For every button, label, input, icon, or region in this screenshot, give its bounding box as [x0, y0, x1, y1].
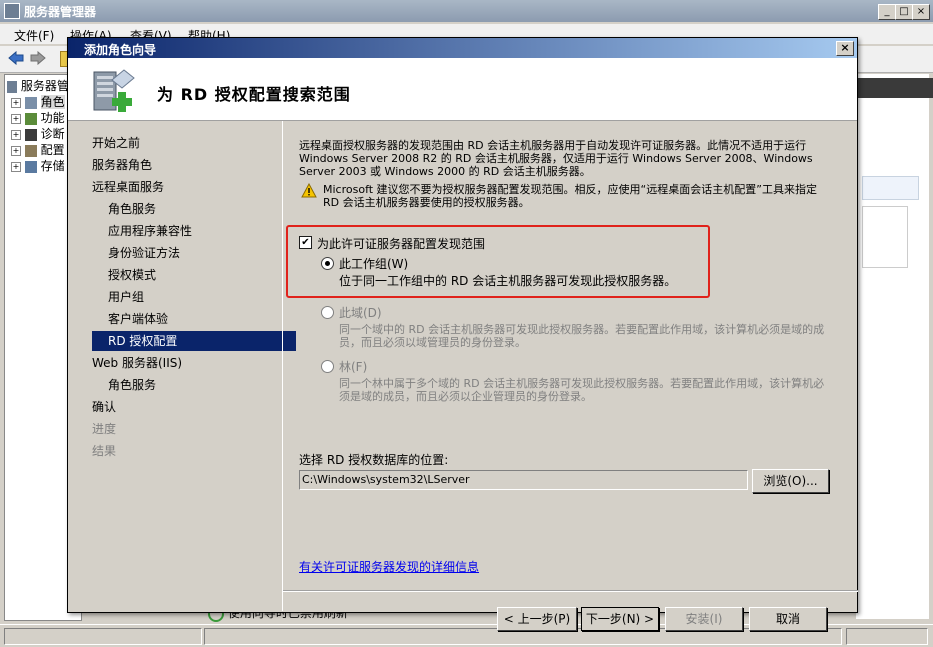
tree-item-roles[interactable]: + 角色 [11, 93, 65, 110]
dialog-titlebar[interactable]: 添加角色向导 × [68, 38, 857, 58]
details-panel [862, 206, 908, 268]
db-location-field[interactable]: C:\Windows\system32\LServer [299, 470, 748, 490]
forward-arrow-icon[interactable] [30, 50, 46, 66]
option-description: 位于同一工作组中的 RD 会话主机服务器可发现此授权服务器。 [339, 274, 677, 288]
discovery-details-link[interactable]: 有关许可证服务器发现的详细信息 [299, 558, 479, 575]
back-button[interactable]: < 上一步(P) [497, 607, 577, 631]
description-text: 远程桌面授权服务器的发现范围由 RD 会话主机服务器用于自动发现许可证服务器。此… [299, 139, 813, 178]
diagnostics-icon [24, 128, 37, 141]
wizard-content: 远程桌面授权服务器的发现范围由 RD 会话主机服务器用于自动发现许可证服务器。此… [282, 121, 858, 631]
details-pane [856, 74, 929, 619]
status-segment [4, 628, 202, 645]
tree-item-storage[interactable]: + 存储 [11, 157, 65, 174]
nav-item[interactable]: 确认 [92, 397, 280, 417]
maximize-button[interactable]: □ [895, 4, 913, 20]
install-button: 安装(I) [665, 607, 743, 631]
nav-item[interactable]: 用户组 [92, 287, 296, 307]
minimize-button[interactable]: _ [878, 4, 896, 20]
radio-dot [325, 261, 330, 266]
expand-icon[interactable]: + [11, 113, 21, 124]
nav-item[interactable]: 远程桌面服务 [92, 177, 280, 197]
tree-item-root[interactable]: 服务器管 [7, 77, 69, 94]
expand-icon[interactable]: + [11, 129, 21, 140]
configuration-icon [24, 144, 37, 157]
radio-disabled-icon[interactable] [321, 360, 334, 373]
details-header [856, 78, 933, 98]
storage-icon [24, 160, 37, 173]
details-section [862, 176, 919, 200]
app-icon [4, 3, 20, 19]
wizard-nav: 开始之前 服务器角色 远程桌面服务 角色服务 应用程序兼容性 身份验证方法 授权… [80, 131, 296, 609]
checkbox-checked-icon[interactable]: ✔ [299, 236, 312, 249]
menu-file[interactable]: 文件(F) [14, 27, 54, 44]
checkbox-label: 为此许可证服务器配置发现范围 [317, 237, 486, 251]
server-add-icon [90, 66, 138, 114]
app-titlebar: 服务器管理器 _ □ × [0, 0, 933, 22]
nav-item: 结果 [92, 444, 117, 458]
roles-icon [24, 96, 37, 109]
nav-item[interactable]: 身份验证方法 [92, 243, 296, 263]
warning-icon [301, 182, 317, 199]
features-icon [24, 112, 37, 125]
expand-icon[interactable]: + [11, 161, 21, 172]
status-segment [846, 628, 928, 645]
expand-icon[interactable]: + [11, 145, 21, 156]
wizard-header: 为 RD 授权配置搜索范围 [68, 58, 857, 121]
nav-item[interactable]: 开始之前 [92, 133, 280, 153]
db-location-label: 选择 RD 授权数据库的位置: [299, 453, 449, 467]
tree-item-configuration[interactable]: + 配置 [11, 141, 65, 158]
expand-icon[interactable]: + [11, 97, 21, 108]
radio-selected-icon[interactable] [321, 257, 334, 270]
app-title: 服务器管理器 [24, 5, 97, 19]
option-description: 同一个域中的 RD 会话主机服务器可发现此授权服务器。若要配置此作用域，该计算机… [339, 323, 825, 349]
server-icon [7, 80, 17, 93]
warning-text: Microsoft 建议您不要为授权服务器配置发现范围。相反，应使用“远程桌面会… [323, 183, 817, 209]
nav-item[interactable]: 授权模式 [92, 265, 296, 285]
nav-item-selected[interactable]: RD 授权配置 [92, 331, 296, 351]
close-button[interactable]: × [912, 4, 930, 20]
back-arrow-icon[interactable] [8, 50, 24, 66]
divider [283, 590, 858, 592]
radio-disabled-icon[interactable] [321, 306, 334, 319]
option-label: 林(F) [339, 360, 368, 374]
nav-item[interactable]: 角色服务 [92, 199, 296, 219]
nav-item[interactable]: 应用程序兼容性 [92, 221, 296, 241]
option-label: 此工作组(W) [339, 257, 409, 271]
option-description: 同一个林中属于多个域的 RD 会话主机服务器可发现此授权服务器。若要配置此作用域… [339, 377, 825, 403]
nav-item[interactable]: 客户端体验 [92, 309, 296, 329]
nav-item: 进度 [92, 422, 117, 436]
tree-item-diagnostics[interactable]: + 诊断 [11, 125, 65, 142]
dialog-close-button[interactable]: × [836, 41, 854, 56]
dialog-title: 添加角色向导 [84, 43, 157, 57]
option-label: 此域(D) [339, 306, 382, 320]
cancel-button[interactable]: 取消 [749, 607, 827, 631]
wizard-page-title: 为 RD 授权配置搜索范围 [157, 85, 351, 104]
next-button[interactable]: 下一步(N) > [581, 607, 659, 631]
tree-item-features[interactable]: + 功能 [11, 109, 65, 126]
add-roles-wizard-dialog: 添加角色向导 × 为 RD 授权配置搜索范围 开始之前 服务器角色 远程桌面服务… [67, 37, 858, 631]
browse-button[interactable]: 浏览(O)... [752, 469, 829, 493]
nav-item[interactable]: 服务器角色 [92, 155, 280, 175]
nav-item[interactable]: 角色服务 [92, 375, 296, 395]
nav-item[interactable]: Web 服务器(IIS) [92, 353, 280, 373]
